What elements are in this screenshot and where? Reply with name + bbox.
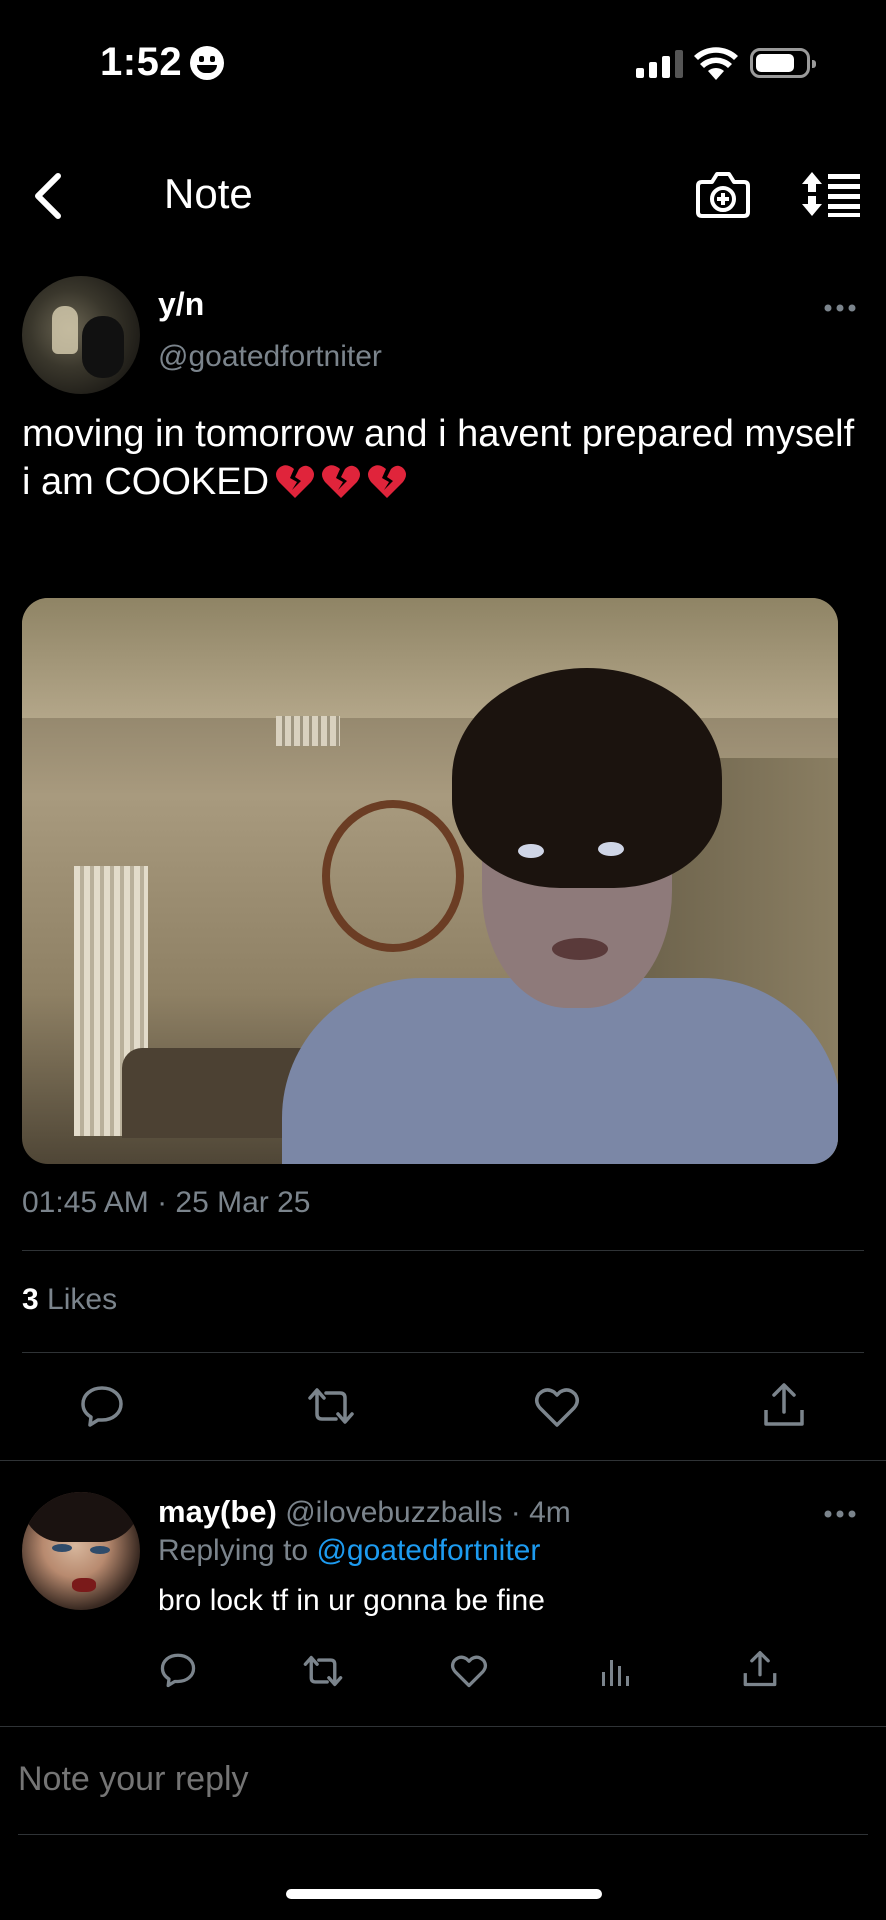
- smiley-icon: [190, 45, 225, 80]
- divider: [18, 1834, 868, 1835]
- reply-handle-time[interactable]: @ilovebuzzballs · 4m: [285, 1496, 571, 1529]
- cellular-signal-icon: [636, 48, 683, 78]
- broken-heart-emoji-icon: [322, 465, 361, 498]
- tweet-text-line2-words: i am COOKED: [22, 461, 270, 503]
- divider: [0, 1726, 886, 1727]
- reply-icon[interactable]: [80, 1384, 124, 1428]
- reply-text: bro lock tf in ur gonna be fine: [158, 1584, 545, 1617]
- reply-header: may(be) @ilovebuzzballs · 4m: [158, 1494, 571, 1530]
- divider: [0, 1460, 886, 1461]
- reply-display-name[interactable]: may(be): [158, 1494, 277, 1529]
- tweet-text-line1: moving in tomorrow and i havent prepared…: [22, 413, 855, 455]
- tweet-text: moving in tomorrow and i havent prepared…: [22, 410, 862, 506]
- author-handle[interactable]: @goatedfortniter: [158, 340, 382, 374]
- replying-to-line: Replying to @goatedfortniter: [158, 1534, 540, 1568]
- battery-icon: [750, 48, 816, 78]
- share-icon[interactable]: [742, 1650, 778, 1688]
- tweet-text-line2: i am COOKED: [22, 458, 862, 506]
- reply-composer-input[interactable]: [18, 1760, 838, 1799]
- likes-count-row[interactable]: 3 Likes: [22, 1283, 117, 1317]
- divider: [22, 1352, 864, 1353]
- status-time-label: 1:52: [100, 40, 183, 84]
- retweet-icon[interactable]: [306, 1386, 356, 1426]
- author-avatar[interactable]: [22, 276, 140, 394]
- likes-label: Likes: [47, 1283, 118, 1316]
- likes-count: 3: [22, 1283, 39, 1316]
- sort-lines-icon[interactable]: [800, 170, 862, 218]
- home-indicator[interactable]: [286, 1889, 602, 1899]
- broken-heart-emoji-icon: [368, 465, 407, 498]
- replying-to-label: Replying to: [158, 1534, 309, 1567]
- like-heart-icon[interactable]: [534, 1386, 580, 1428]
- more-options-icon[interactable]: [824, 302, 856, 314]
- reply-more-options-icon[interactable]: [824, 1508, 856, 1520]
- retweet-icon[interactable]: [302, 1654, 344, 1688]
- divider: [22, 1250, 864, 1251]
- share-icon[interactable]: [762, 1382, 806, 1428]
- reply-author-avatar[interactable]: [22, 1492, 140, 1610]
- broken-heart-emoji-icon: [276, 465, 315, 498]
- reply-icon[interactable]: [160, 1652, 196, 1688]
- like-heart-icon[interactable]: [450, 1654, 488, 1688]
- wifi-icon: [694, 47, 738, 80]
- back-chevron-icon[interactable]: [30, 168, 70, 224]
- tweet-photo[interactable]: [22, 598, 838, 1164]
- tweet-timestamp[interactable]: 01:45 AM · 25 Mar 25: [22, 1186, 311, 1220]
- status-time: 1:52: [100, 40, 225, 85]
- author-display-name[interactable]: y/n: [158, 286, 204, 323]
- camera-add-icon[interactable]: [696, 168, 750, 220]
- page-title: Note: [164, 170, 253, 217]
- replying-to-mention[interactable]: @goatedfortniter: [316, 1534, 540, 1567]
- views-analytics-icon[interactable]: [600, 1654, 632, 1688]
